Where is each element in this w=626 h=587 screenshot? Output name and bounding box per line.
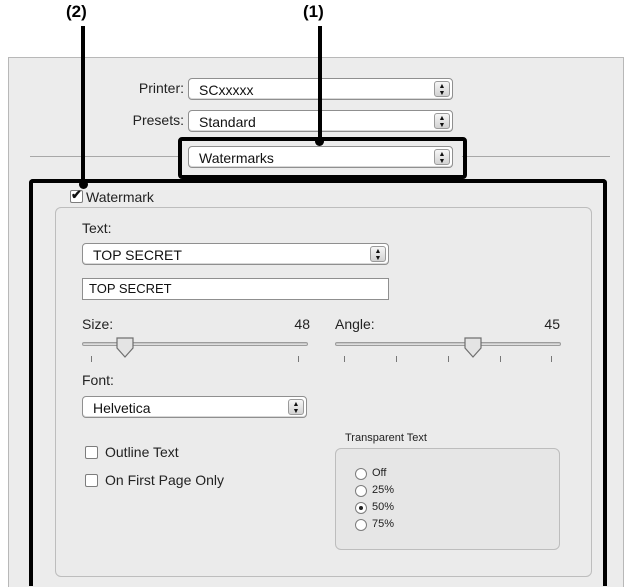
watermark-checkbox-label: Watermark: [86, 189, 154, 205]
radio-75-label: 75%: [372, 518, 395, 530]
first-page-only-checkbox[interactable]: [85, 474, 98, 487]
presets-value: Standard: [199, 114, 256, 130]
callout-label-2: (2): [66, 2, 87, 21]
callout-1-line: [318, 26, 322, 142]
angle-value: 45: [544, 316, 560, 332]
up-down-arrows-icon: ▲ ▼: [288, 399, 304, 415]
angle-slider-track: [335, 342, 561, 346]
panel-popup[interactable]: Watermarks ▲ ▼: [188, 146, 453, 168]
angle-slider-thumb[interactable]: [463, 337, 483, 359]
callout-2-line: [81, 26, 85, 184]
callout-label-1: (1): [303, 2, 324, 21]
radio-off-label: Off: [372, 467, 387, 479]
size-slider-tick: [298, 356, 299, 362]
section-separator-right: [462, 156, 610, 157]
up-down-arrows-icon: ▲ ▼: [434, 81, 450, 97]
up-down-arrows-icon: ▲ ▼: [434, 113, 450, 129]
size-slider-tick: [91, 356, 92, 362]
font-popup-value: Helvetica: [93, 400, 151, 416]
angle-slider-tick: [448, 356, 449, 362]
printer-label: Printer:: [138, 80, 184, 96]
first-page-only-label: On First Page Only: [105, 472, 225, 488]
up-down-arrows-icon: ▲ ▼: [370, 246, 386, 262]
font-label: Font:: [82, 372, 114, 388]
radio-off[interactable]: [355, 468, 367, 480]
radio-25[interactable]: [355, 485, 367, 497]
size-label: Size:: [82, 316, 114, 332]
up-down-arrows-icon: ▲ ▼: [434, 149, 450, 165]
watermark-checkbox[interactable]: ✔: [70, 187, 83, 203]
size-slider[interactable]: [82, 337, 308, 364]
outline-text-checkbox[interactable]: [85, 446, 98, 459]
radio-50-label: 50%: [372, 501, 395, 513]
checkmark-icon: ✔: [71, 187, 82, 202]
text-popup-value: TOP SECRET: [93, 247, 182, 263]
radio-50[interactable]: [355, 502, 367, 514]
transparent-text-group: [335, 448, 560, 550]
angle-slider-tick: [344, 356, 345, 362]
text-label: Text:: [82, 220, 112, 236]
size-value: 48: [294, 316, 310, 332]
angle-label: Angle:: [335, 316, 375, 332]
section-separator-left: [30, 156, 180, 157]
radio-25-label: 25%: [372, 484, 395, 496]
angle-slider-tick: [396, 356, 397, 362]
printer-value: SCxxxxx: [199, 82, 254, 98]
angle-slider-tick: [551, 356, 552, 362]
panel-value: Watermarks: [199, 150, 274, 166]
text-popup[interactable]: TOP SECRET ▲ ▼: [82, 243, 389, 265]
angle-slider-tick: [500, 356, 501, 362]
font-popup[interactable]: Helvetica ▲ ▼: [82, 396, 307, 418]
outline-text-label: Outline Text: [105, 444, 179, 460]
presets-label: Presets:: [132, 112, 184, 128]
radio-75[interactable]: [355, 519, 367, 531]
transparent-text-title: Transparent Text: [345, 432, 427, 444]
callout-2-dot: [79, 180, 88, 189]
watermark-text-field[interactable]: TOP SECRET: [82, 278, 389, 300]
angle-slider[interactable]: [335, 337, 561, 364]
callout-1-dot: [315, 137, 324, 146]
size-slider-thumb[interactable]: [115, 337, 135, 359]
